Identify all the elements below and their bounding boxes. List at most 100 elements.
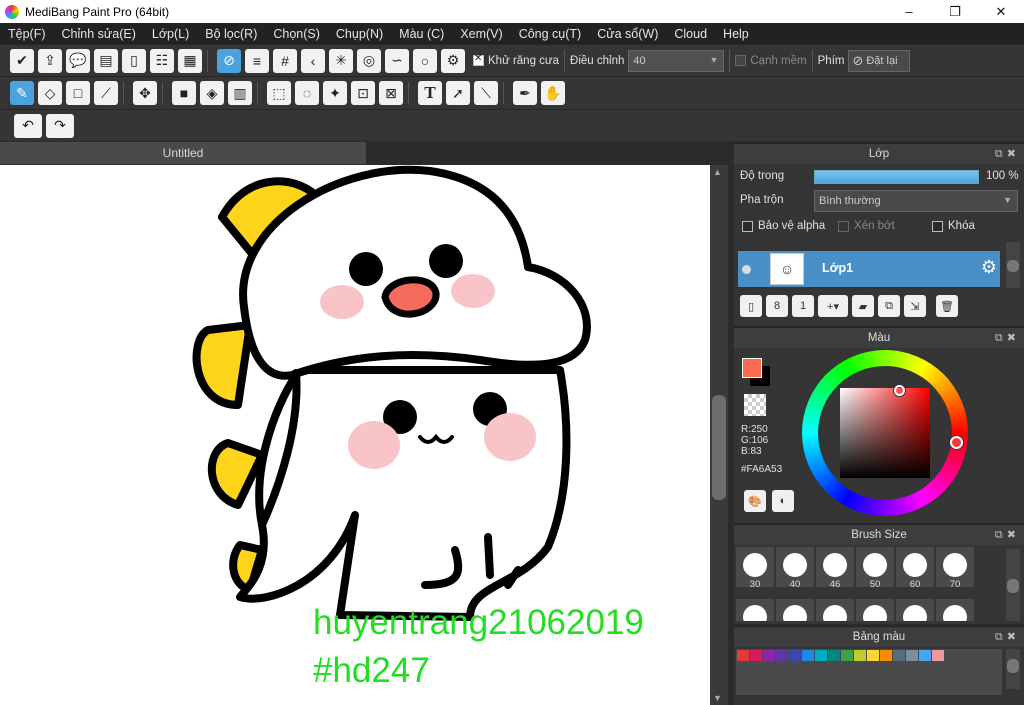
adjust-select[interactable]: 40 ▼	[628, 49, 725, 72]
speech-bubble-icon[interactable]: 💬	[66, 48, 90, 73]
palette-swatch[interactable]	[802, 650, 814, 661]
hue-cursor[interactable]	[950, 436, 963, 449]
concentric-snap-icon[interactable]: ◎	[357, 48, 381, 73]
scrollbar-thumb[interactable]	[712, 395, 726, 500]
curve-snap-icon[interactable]: ∽	[385, 48, 409, 73]
blend-mode-select[interactable]: Bình thường ▼	[814, 190, 1018, 212]
new-1bit-layer-icon[interactable]: 1	[792, 295, 814, 317]
duplicate-layer-icon[interactable]: ⧉	[878, 295, 900, 317]
saturation-value-square[interactable]	[840, 388, 930, 478]
palette-swatch[interactable]	[750, 650, 762, 661]
add-layer-dropdown-icon[interactable]: +▾	[818, 295, 848, 317]
lasso-tool-icon[interactable]: ◌	[295, 81, 319, 105]
palette-swatch[interactable]	[841, 650, 853, 661]
new-8bit-layer-icon[interactable]: 8	[766, 295, 788, 317]
text-tool-icon[interactable]: T	[418, 81, 442, 105]
brush-size-item[interactable]	[856, 599, 894, 621]
canvas-scrollbar[interactable]: ▲ ▼	[710, 165, 728, 705]
scroll-up-icon[interactable]: ▲	[713, 167, 722, 177]
palette-swatch[interactable]	[828, 650, 840, 661]
perspective-snap-icon[interactable]: ‹	[301, 48, 325, 73]
layer-list-icon[interactable]: ☷	[150, 48, 174, 73]
palette-swatch[interactable]	[880, 650, 892, 661]
select-eraser-tool-icon[interactable]: ⊠	[379, 81, 403, 105]
select-rect-tool-icon[interactable]: ⬚	[267, 81, 291, 105]
undo-icon[interactable]: ↶	[14, 113, 42, 138]
palette-swatch[interactable]	[867, 650, 879, 661]
brush-size-item[interactable]	[816, 599, 854, 621]
palette-swatch[interactable]	[789, 650, 801, 661]
merge-down-icon[interactable]: ⇲	[904, 295, 926, 317]
panel-popout-close-icon[interactable]: ⧉✖	[995, 525, 1020, 545]
lock-checkbox[interactable]	[932, 221, 943, 232]
color-settings-icon[interactable]: ◐	[772, 490, 794, 512]
scrollbar-thumb[interactable]	[1007, 260, 1019, 272]
brush-scrollbar[interactable]	[1006, 549, 1020, 621]
eye-icon[interactable]	[742, 265, 751, 274]
palette-swatch[interactable]	[906, 650, 918, 661]
menu-snap[interactable]: Chụp(N)	[328, 27, 391, 41]
palette-swatch[interactable]	[932, 650, 944, 661]
soft-edge-checkbox[interactable]	[735, 55, 747, 66]
brush-size-item[interactable]: 46	[816, 547, 854, 590]
grid-snap-icon[interactable]: #	[273, 48, 297, 73]
brush-size-item[interactable]	[936, 599, 974, 621]
parallel-snap-icon[interactable]: ≡	[245, 48, 269, 73]
menu-layer[interactable]: Lớp(L)	[144, 27, 197, 41]
close-button[interactable]: ✕	[978, 0, 1024, 23]
select-pen-tool-icon[interactable]: ⊡	[351, 81, 375, 105]
brush-size-item[interactable]: 70	[936, 547, 974, 590]
palette-swatch[interactable]	[854, 650, 866, 661]
snap-settings-icon[interactable]: ⚙	[441, 48, 465, 73]
eraser-tool-icon[interactable]: ◇	[38, 81, 62, 105]
menu-view[interactable]: Xem(V)	[452, 27, 510, 41]
circle-snap-icon[interactable]: ○	[413, 48, 437, 73]
protect-alpha-checkbox[interactable]	[742, 221, 753, 232]
palette-swatch[interactable]	[893, 650, 905, 661]
minimize-button[interactable]: –	[886, 0, 932, 23]
palette-swatch[interactable]	[815, 650, 827, 661]
menu-help[interactable]: Help	[715, 27, 757, 41]
palette-swatch[interactable]	[776, 650, 788, 661]
page-icon[interactable]: ▯	[122, 48, 146, 73]
menu-filter[interactable]: Bộ lọc(R)	[197, 27, 265, 41]
foreground-color-swatch[interactable]	[742, 358, 762, 378]
brush-size-item[interactable]	[736, 599, 774, 621]
palette-swatch[interactable]	[919, 650, 931, 661]
brush-size-item[interactable]: 50	[856, 547, 894, 590]
gear-icon[interactable]: ⚙	[981, 257, 997, 278]
share-icon[interactable]: ⇪	[38, 48, 62, 73]
radial-snap-icon[interactable]: ✳	[329, 48, 353, 73]
panel-popout-close-icon[interactable]: ⧉✖	[995, 144, 1020, 164]
menu-select[interactable]: Chọn(S)	[265, 27, 328, 41]
gradient-tool-icon[interactable]: ▥	[228, 81, 252, 105]
snap-off-icon[interactable]: ⊘	[217, 48, 241, 73]
brush-size-item[interactable]	[776, 599, 814, 621]
opacity-slider[interactable]	[814, 170, 979, 184]
antialias-checkbox[interactable]	[473, 53, 484, 66]
blur-tool-icon[interactable]: ⟋	[94, 81, 118, 105]
scrollbar-thumb[interactable]	[1007, 659, 1019, 673]
menu-window[interactable]: Cửa sổ(W)	[589, 27, 666, 41]
move-tool-icon[interactable]: ✥	[133, 81, 157, 105]
panel-layout-icon[interactable]: ▦	[178, 48, 202, 73]
brush-size-item[interactable]: 60	[896, 547, 934, 590]
palette-scrollbar[interactable]	[1006, 649, 1020, 689]
palette-swatch[interactable]	[737, 650, 749, 661]
comment-icon[interactable]: ▤	[94, 48, 118, 73]
dot-tool-icon[interactable]: □	[66, 81, 90, 105]
scroll-down-icon[interactable]: ▼	[713, 693, 722, 703]
brush-tool-icon[interactable]: ✎	[10, 81, 34, 105]
panel-popout-close-icon[interactable]: ⧉✖	[995, 328, 1020, 348]
operation-tool-icon[interactable]: ➚	[446, 81, 470, 105]
menu-edit[interactable]: Chỉnh sửa(E)	[54, 27, 144, 41]
brush-size-item[interactable]: 30	[736, 547, 774, 590]
palette-icon[interactable]: 🎨	[744, 490, 766, 512]
drawing-canvas[interactable]: huyentrang21062019 #hd247	[0, 165, 710, 705]
brush-size-item[interactable]: 40	[776, 547, 814, 590]
tab-untitled[interactable]: Untitled	[0, 142, 366, 164]
fill-rect-tool-icon[interactable]: ■	[172, 81, 196, 105]
bucket-tool-icon[interactable]: ◈	[200, 81, 224, 105]
menu-cloud[interactable]: Cloud	[666, 27, 715, 41]
trash-icon[interactable]: 🗑	[936, 295, 958, 317]
